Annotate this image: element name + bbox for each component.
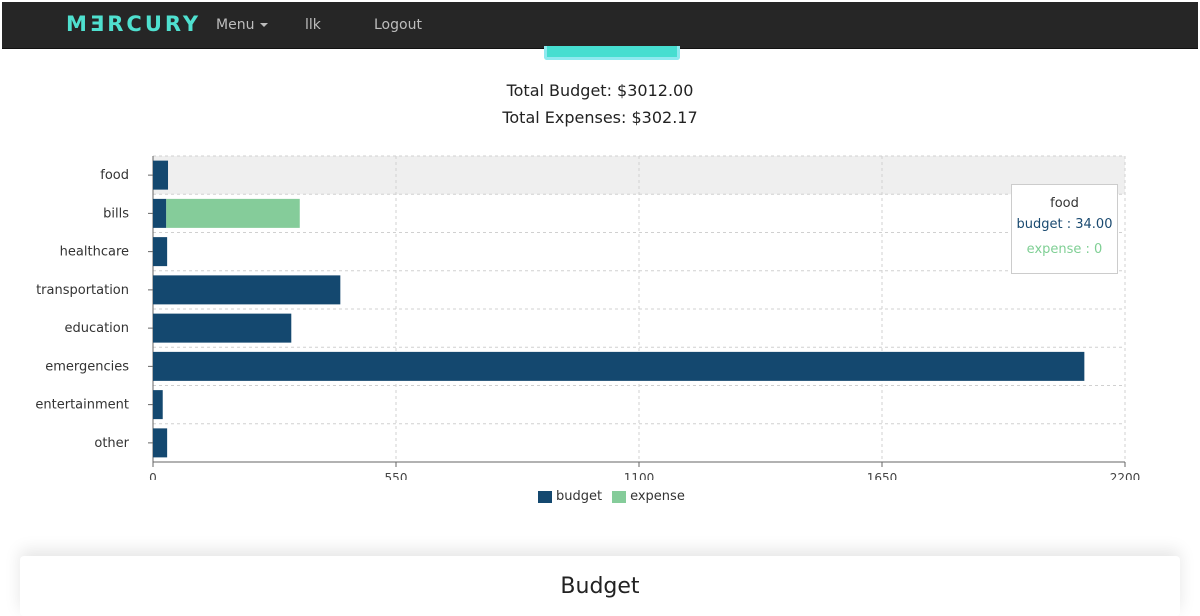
- total-expenses: Total Expenses: $302.17: [502, 108, 698, 127]
- bar-budget-education[interactable]: [153, 313, 292, 343]
- category-label-food: food: [100, 168, 129, 183]
- legend-item-budget[interactable]: budget: [538, 489, 602, 504]
- chart-tooltip: food budget : 34.00 expense : 0: [1011, 184, 1118, 274]
- bar-budget-bills[interactable]: [153, 198, 167, 228]
- legend-swatch-expense: [612, 490, 627, 503]
- category-label-transportation: transportation: [36, 283, 129, 298]
- legend-item-expense[interactable]: expense: [612, 489, 685, 504]
- chart-legend: budget expense: [538, 489, 689, 504]
- x-tick-label: 550: [385, 471, 408, 480]
- menu-dropdown[interactable]: Menu: [216, 17, 269, 33]
- legend-label-budget: budget: [556, 489, 603, 504]
- x-tick-label: 1100: [624, 471, 655, 480]
- bar-expense-bills[interactable]: [166, 198, 300, 228]
- bar-budget-transportation[interactable]: [153, 275, 341, 305]
- caret-down-icon: [260, 23, 269, 27]
- tooltip-budget: budget : 34.00: [1016, 217, 1113, 232]
- category-label-emergencies: emergencies: [45, 359, 129, 374]
- x-tick-label: 0: [149, 471, 157, 480]
- category-label-education: education: [64, 321, 129, 336]
- top-navbar: MƎRCURY Menu llk Logout: [2, 2, 1198, 49]
- brand-logo[interactable]: MƎRCURY: [66, 12, 201, 36]
- category-label-entertainment: entertainment: [35, 398, 129, 413]
- category-label-other: other: [94, 436, 129, 451]
- budget-section-title: Budget: [560, 574, 640, 599]
- total-budget: Total Budget: $3012.00: [506, 81, 694, 100]
- action-button[interactable]: [544, 46, 680, 60]
- menu-label: Menu: [216, 17, 255, 33]
- category-label-healthcare: healthcare: [60, 245, 129, 260]
- bar-budget-other[interactable]: [153, 428, 168, 458]
- user-link[interactable]: llk: [305, 17, 321, 33]
- x-tick-label: 1650: [867, 471, 898, 480]
- bar-budget-emergencies[interactable]: [153, 351, 1085, 381]
- bar-budget-entertainment[interactable]: [153, 390, 163, 420]
- category-label-bills: bills: [103, 206, 129, 221]
- x-tick-label: 2200: [1110, 471, 1141, 480]
- legend-swatch-budget: [538, 490, 552, 503]
- bar-budget-healthcare[interactable]: [153, 237, 168, 267]
- tooltip-title: food: [1050, 196, 1079, 211]
- logout-link[interactable]: Logout: [374, 17, 422, 33]
- bar-budget-food[interactable]: [153, 160, 169, 190]
- legend-label-expense: expense: [630, 489, 685, 504]
- tooltip-expense: expense : 0: [1026, 242, 1103, 257]
